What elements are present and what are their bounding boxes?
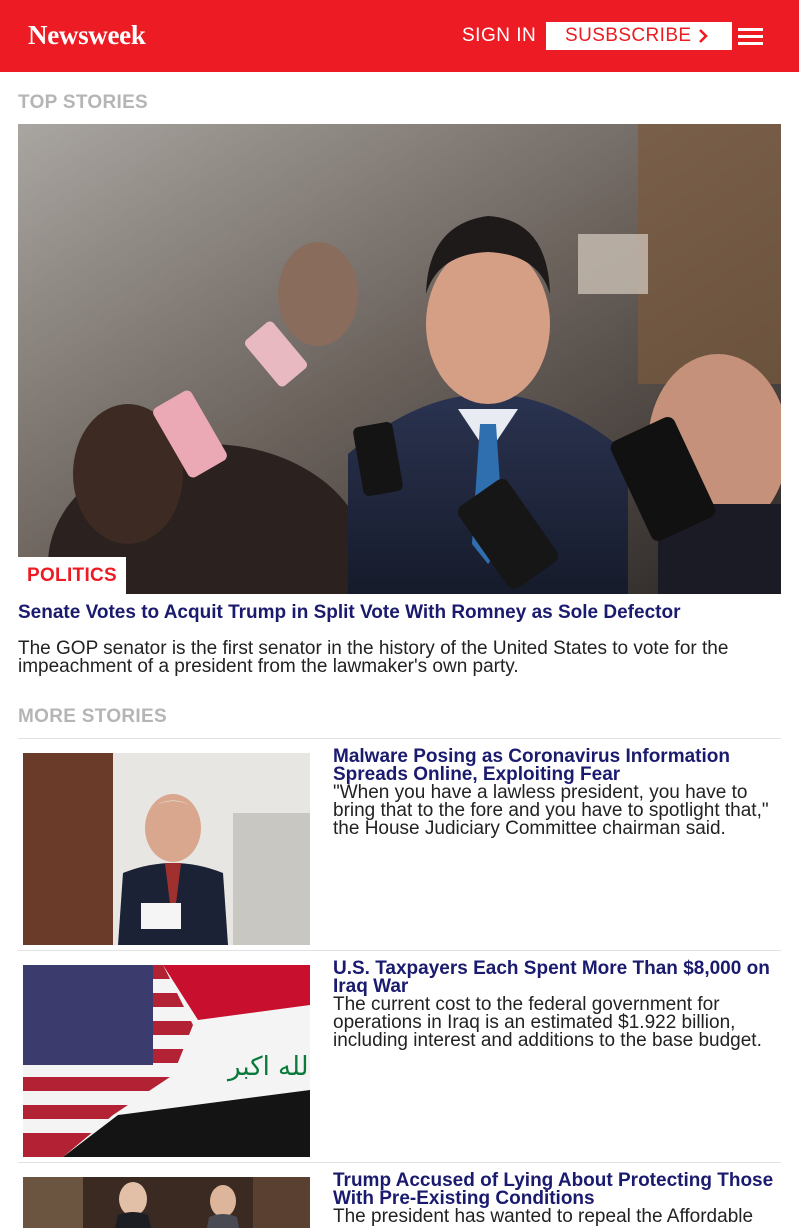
more-stories-heading: MORE STORIES [18, 706, 167, 727]
story-title[interactable]: U.S. Taxpayers Each Spent More Than $8,0… [333, 959, 781, 996]
site-header: Newsweek SIGN IN SUSBSCRIBE [0, 0, 799, 72]
divider [18, 1162, 781, 1163]
story-title[interactable]: Trump Accused of Lying About Protecting … [333, 1171, 781, 1208]
hero-story-image[interactable] [18, 124, 781, 594]
story-summary: The president has wanted to repeal the A… [333, 1206, 754, 1227]
story-thumbnail[interactable] [23, 753, 310, 945]
hero-photo [18, 124, 781, 594]
sign-in-link[interactable]: SIGN IN [462, 24, 536, 48]
story-summary: "When you have a lawless president, you … [333, 782, 769, 839]
subscribe-button[interactable]: SUSBSCRIBE [546, 22, 732, 50]
svg-text:الله اكبر: الله اكبر [226, 1052, 310, 1082]
story-photo: الله اكبر [23, 965, 310, 1157]
hero-story-summary: The GOP senator is the first senator in … [18, 638, 729, 677]
story-summary: The current cost to the federal governme… [333, 994, 762, 1051]
category-tag[interactable]: POLITICS [18, 557, 126, 594]
top-stories-heading: TOP STORIES [18, 92, 149, 113]
hero-story-title[interactable]: Senate Votes to Acquit Trump in Split Vo… [18, 601, 781, 624]
divider [18, 738, 781, 739]
divider [18, 950, 781, 951]
chevron-right-icon [699, 29, 708, 43]
subscribe-button-label: SUSBSCRIBE [565, 25, 692, 46]
newsweek-logo[interactable]: Newsweek [28, 18, 146, 52]
story-photo [23, 753, 310, 945]
story-thumbnail[interactable]: الله اكبر [23, 965, 310, 1157]
hamburger-menu-icon[interactable] [738, 28, 763, 46]
story-title[interactable]: Malware Posing as Coronavirus Informatio… [333, 747, 781, 784]
story-photo [23, 1177, 310, 1228]
story-thumbnail[interactable] [23, 1177, 310, 1228]
